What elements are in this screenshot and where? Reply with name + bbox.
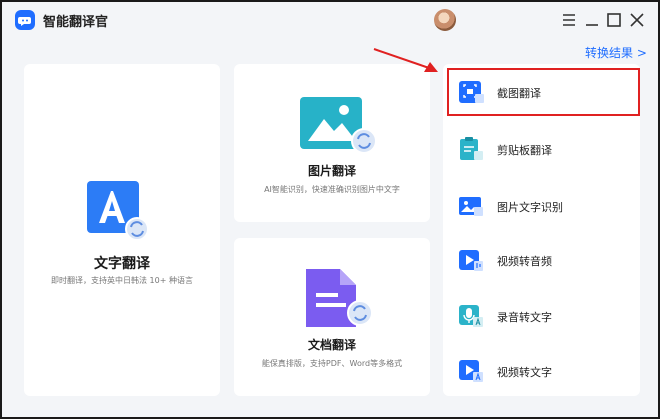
tool-label: 视频转文字 <box>497 366 552 379</box>
avatar[interactable] <box>434 9 456 31</box>
image-mountain-icon <box>300 97 378 161</box>
tool-image-ocr[interactable]: 图片文字识别 <box>447 182 640 230</box>
text-translate-title: 文字翻译 <box>94 256 150 272</box>
document-translate-title: 文档翻译 <box>307 338 356 352</box>
image-ocr-icon <box>458 193 484 219</box>
document-translate-card[interactable]: 文档翻译 能保真排版，支持PDF、Word等多格式 <box>234 238 430 396</box>
text-translate-card[interactable]: 文字翻译 即时翻译，支持英中日韩法 10+ 种语言 <box>24 64 220 396</box>
tool-video-to-text[interactable]: 视频转文字 <box>447 347 640 395</box>
tool-screenshot-translate[interactable]: 截图翻译 <box>447 68 640 116</box>
tool-recording-to-text[interactable]: 录音转文字 <box>447 292 640 340</box>
letter-a-document-icon <box>85 179 149 245</box>
tool-label: 图片文字识别 <box>497 201 563 214</box>
document-lines-icon <box>304 267 374 335</box>
conversion-results-link[interactable]: 转换结果 > <box>585 44 647 61</box>
tool-label: 视频转音频 <box>497 255 552 268</box>
tool-label: 剪贴板翻译 <box>497 144 552 157</box>
image-translate-desc: AI智能识别，快速准确识别图片中文字 <box>264 185 400 194</box>
video-to-audio-icon <box>458 247 484 273</box>
maximize-icon[interactable] <box>604 10 624 30</box>
clipboard-translate-icon <box>458 136 484 162</box>
tool-label: 截图翻译 <box>497 87 541 100</box>
app-title: 智能翻译官 <box>43 15 109 30</box>
document-translate-desc: 能保真排版，支持PDF、Word等多格式 <box>261 359 403 368</box>
title-bar: 智能翻译官 <box>2 2 658 38</box>
image-translate-title: 图片翻译 <box>307 164 356 178</box>
recording-to-text-icon <box>458 303 484 329</box>
screenshot-translate-icon <box>458 79 484 105</box>
video-to-text-icon <box>458 358 484 384</box>
tool-label: 录音转文字 <box>497 311 552 324</box>
speech-bubble-icon <box>15 10 35 30</box>
text-translate-desc: 即时翻译，支持英中日韩法 10+ 种语言 <box>51 276 193 285</box>
hamburger-menu-icon[interactable] <box>559 10 579 30</box>
app-window: 智能翻译官 转换结果 > 文字翻译 即时翻译，支持英中日韩法 10+ 种语言 图… <box>0 0 660 419</box>
annotation-arrow-icon <box>372 47 442 81</box>
image-translate-card[interactable]: 图片翻译 AI智能识别，快速准确识别图片中文字 <box>234 64 430 222</box>
tool-video-to-audio[interactable]: 视频转音频 <box>447 236 640 284</box>
minimize-icon[interactable] <box>582 10 602 30</box>
tool-clipboard-translate[interactable]: 剪贴板翻译 <box>447 125 640 173</box>
close-icon[interactable] <box>627 10 647 30</box>
